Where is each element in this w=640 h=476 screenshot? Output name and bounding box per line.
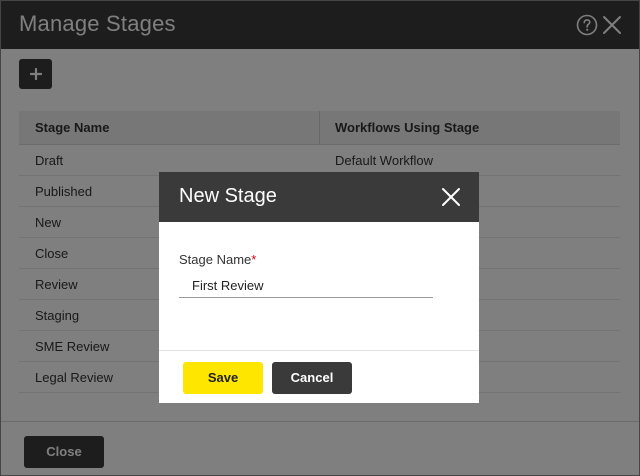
stage-name-label-text: Stage Name: [179, 252, 252, 267]
dialog-title: New Stage: [179, 185, 277, 207]
dialog-close-icon[interactable]: [441, 187, 461, 207]
save-button[interactable]: Save: [183, 362, 263, 394]
cancel-button[interactable]: Cancel: [272, 362, 352, 394]
new-stage-dialog: New Stage Stage Name* Save Cancel: [159, 172, 479, 403]
stage-name-label: Stage Name*: [179, 252, 256, 267]
stage-name-input[interactable]: [179, 273, 433, 298]
dialog-header: New Stage: [159, 172, 479, 222]
required-indicator: *: [251, 252, 257, 267]
dialog-footer-divider: [159, 350, 479, 351]
